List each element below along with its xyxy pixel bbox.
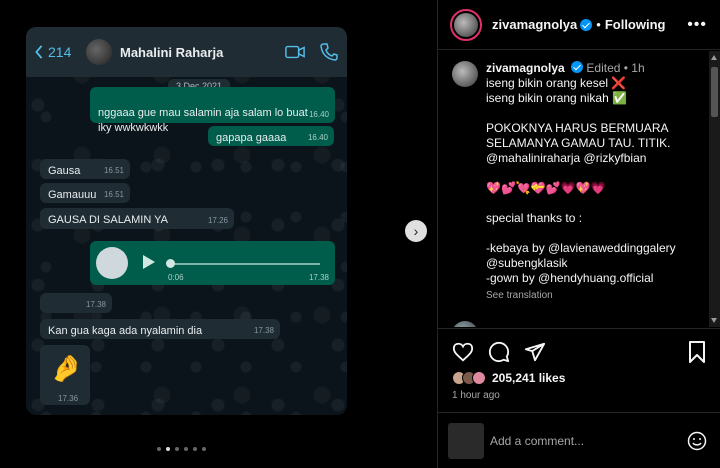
verified-icon [571, 61, 584, 73]
voice-progress-track [170, 263, 320, 265]
voice-message: 0:06 17.38 [90, 241, 335, 285]
back-button: 214 [34, 44, 86, 60]
verified-icon [580, 18, 593, 31]
author-avatar[interactable] [450, 8, 482, 41]
play-icon [143, 255, 155, 269]
message-time: 16.40 [308, 109, 329, 119]
message-time: 17.36 [58, 394, 79, 403]
message-time: 16.40 [307, 132, 328, 142]
post-media: 214 Mahalini Raharja 3 Dec 2021 nggaaa g… [0, 0, 437, 468]
comment-item: mahaliniraharja 1h [452, 321, 609, 327]
chevron-left-icon [35, 45, 43, 59]
caption-username[interactable]: zivamagnolya [486, 61, 565, 75]
likes-row: 205,241 likes [452, 371, 565, 385]
voice-sender-avatar [96, 247, 128, 279]
message-text: GAUSA DI SALAMIN YA [48, 214, 169, 226]
comment-input[interactable] [490, 429, 670, 453]
back-count: 214 [48, 44, 72, 60]
following-button[interactable]: Following [605, 17, 666, 32]
phone-icon [320, 43, 338, 61]
share-icon[interactable] [524, 341, 546, 363]
carousel-dot [184, 447, 188, 451]
carousel-dot [193, 447, 197, 451]
next-slide-button[interactable]: › [405, 220, 427, 242]
bookmark-icon[interactable] [687, 341, 707, 363]
message-text: Kan gua kaga ada nyalamin dia [48, 325, 203, 337]
message-bubble: Gamauuu 16.51 [40, 183, 130, 203]
carousel-dot [157, 447, 161, 451]
scroll-thumb[interactable] [711, 67, 718, 117]
heart-icon[interactable] [452, 341, 474, 363]
author-username[interactable]: zivamagnolya [492, 17, 577, 32]
pinched-fingers-sticker: 🤌 [50, 353, 83, 383]
message-bubble: Gausa 16.51 [40, 159, 130, 179]
add-comment-bar [438, 412, 720, 468]
caption-text: iseng bikin orang kesel ❌ iseng bikin or… [486, 76, 676, 285]
caption: zivamagnolya Edited • 1h iseng bikin ora… [486, 61, 704, 286]
sticker-message: 🤌 17.36 [40, 345, 90, 405]
chevron-right-icon: › [413, 223, 419, 239]
post-header: zivamagnolya • Following ••• [438, 0, 720, 50]
message-bubble: 17.38 [40, 293, 112, 313]
message-time: 17.38 [308, 273, 329, 282]
carousel-dot [202, 447, 206, 451]
message-bubble: GAUSA DI SALAMIN YA 17.26 [40, 208, 234, 229]
caption-area: zivamagnolya Edited • 1h iseng bikin ora… [438, 51, 710, 327]
voice-duration: 0:06 [168, 273, 184, 282]
message-time: 17.26 [207, 215, 228, 225]
message-bubble: Kan gua kaga ada nyalamin dia 17.38 [40, 319, 280, 339]
carousel-dots [157, 447, 206, 451]
likes-count[interactable]: 205,241 likes [492, 371, 565, 385]
message-bubble: gapapa gaaaa 16.40 [208, 126, 334, 146]
carousel-dot [175, 447, 179, 451]
message-text: gapapa gaaaa [216, 132, 287, 144]
see-translation-link[interactable]: See translation [486, 290, 553, 301]
liker-avatar [472, 371, 486, 385]
contact-avatar [86, 39, 112, 65]
message-text: Gausa [48, 165, 81, 177]
message-time: 16.51 [103, 189, 124, 199]
caption-scrollbar[interactable] [709, 51, 720, 327]
liker-avatars[interactable] [452, 371, 486, 385]
caption-avatar[interactable] [452, 61, 478, 87]
message-text: Gamauuu [48, 189, 97, 201]
scroll-up-arrow[interactable] [711, 55, 717, 60]
comment-icon[interactable] [488, 341, 510, 363]
message-time: 16.51 [103, 165, 124, 175]
chat-header: 214 Mahalini Raharja [26, 27, 347, 77]
contact-name: Mahalini Raharja [120, 44, 224, 60]
message-bubble: nggaaa gue mau salamin aja salam lo buat… [90, 87, 335, 134]
commenter-avatar[interactable] [452, 321, 478, 327]
message-time: 17.38 [85, 299, 106, 309]
voice-progress-handle [166, 259, 175, 268]
carousel-dot-active [166, 447, 170, 451]
post-actions: 205,241 likes 1 hour ago [438, 328, 720, 468]
chat-screenshot: 214 Mahalini Raharja 3 Dec 2021 nggaaa g… [26, 27, 347, 415]
scroll-down-arrow[interactable] [711, 318, 717, 323]
viewer-avatar [448, 423, 484, 459]
post-panel: zivamagnolya • Following ••• zivamagnoly… [437, 0, 720, 468]
video-call-icon [285, 45, 305, 59]
caption-meta: Edited • 1h [586, 61, 645, 75]
message-time: 17.38 [253, 325, 274, 335]
separator-dot: • [596, 17, 601, 32]
emoji-icon[interactable] [687, 431, 707, 451]
post-time[interactable]: 1 hour ago [452, 390, 500, 401]
more-options-icon[interactable]: ••• [687, 16, 707, 34]
